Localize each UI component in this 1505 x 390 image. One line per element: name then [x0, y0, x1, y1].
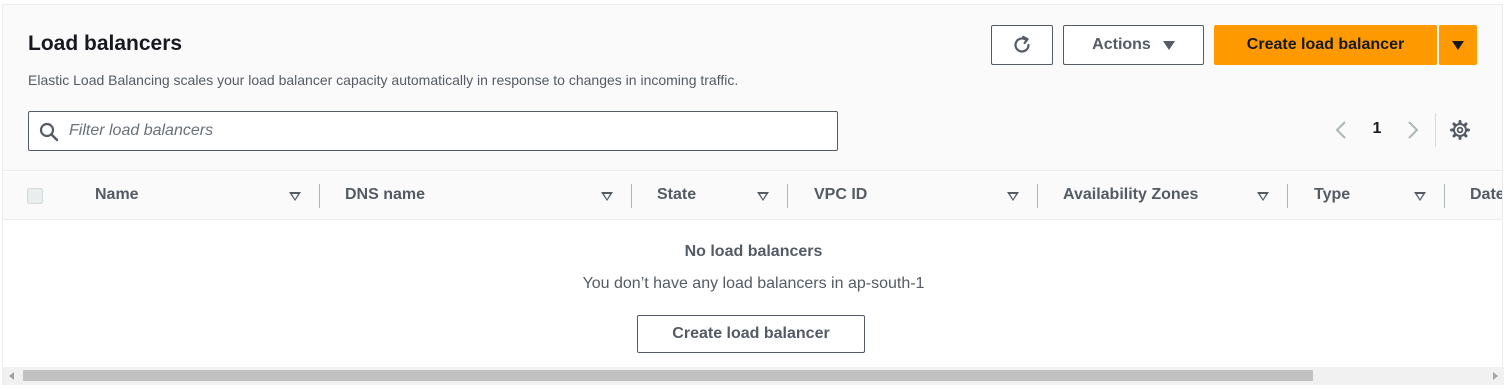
sort-icon[interactable]	[289, 192, 301, 201]
sort-icon[interactable]	[1007, 192, 1019, 201]
divider	[1435, 113, 1436, 147]
scroll-right-icon[interactable]	[1493, 372, 1498, 380]
empty-state-title: No load balancers	[684, 243, 823, 260]
create-options-dropdown-button[interactable]	[1439, 25, 1477, 65]
sort-icon[interactable]	[757, 192, 769, 201]
column-divider[interactable]	[1444, 184, 1445, 208]
horizontal-scrollbar[interactable]	[3, 367, 1504, 385]
scrollbar-thumb[interactable]	[23, 370, 1313, 381]
column-header-name[interactable]: Name	[95, 186, 139, 204]
empty-state-message: You don’t have any load balancers in ap-…	[582, 275, 925, 292]
filter-field[interactable]	[28, 111, 838, 151]
actions-dropdown-button[interactable]: Actions	[1063, 25, 1204, 65]
create-load-balancer-button[interactable]: Create load balancer	[1214, 25, 1437, 65]
column-header-vpc-id[interactable]: VPC ID	[814, 186, 867, 204]
sort-icon[interactable]	[601, 192, 613, 201]
filter-input[interactable]	[69, 120, 829, 142]
previous-page-icon[interactable]	[1331, 119, 1353, 141]
caret-down-icon	[1162, 40, 1175, 50]
refresh-icon	[1014, 35, 1030, 53]
column-header-dns-name[interactable]: DNS name	[345, 186, 425, 204]
page-title: Load balancers	[28, 32, 183, 55]
empty-state-create-label: Create load balancer	[672, 325, 830, 342]
caret-down-icon	[1452, 40, 1464, 50]
page-description: Elastic Load Balancing scales your load …	[28, 72, 739, 88]
column-divider[interactable]	[631, 184, 632, 208]
select-all-checkbox[interactable]	[27, 188, 43, 204]
actions-label: Actions	[1092, 36, 1151, 53]
panel-header: Load balancers Elastic Load Balancing sc…	[3, 5, 1502, 171]
column-divider[interactable]	[1287, 184, 1288, 208]
column-divider[interactable]	[319, 184, 320, 208]
create-load-balancer-label: Create load balancer	[1246, 36, 1405, 53]
current-page-number[interactable]: 1	[1369, 120, 1385, 138]
sort-icon[interactable]	[1414, 192, 1426, 201]
empty-state-create-button[interactable]: Create load balancer	[637, 315, 865, 353]
column-header-type[interactable]: Type	[1314, 186, 1350, 204]
column-header-date-created[interactable]: Date created	[1470, 186, 1502, 204]
column-divider[interactable]	[787, 184, 788, 208]
column-header-availability-zones[interactable]: Availability Zones	[1063, 186, 1198, 204]
sort-icon[interactable]	[1257, 192, 1269, 201]
load-balancers-panel: Load balancers Elastic Load Balancing sc…	[2, 4, 1504, 385]
next-page-icon[interactable]	[1401, 119, 1423, 141]
table-header-row: Name DNS name State VPC ID Availability …	[3, 172, 1502, 220]
column-divider[interactable]	[1037, 184, 1038, 208]
column-header-state[interactable]: State	[657, 186, 696, 204]
gear-icon[interactable]	[1449, 119, 1471, 141]
refresh-button[interactable]	[991, 25, 1053, 65]
scroll-left-icon[interactable]	[9, 372, 14, 380]
search-icon	[39, 122, 59, 142]
